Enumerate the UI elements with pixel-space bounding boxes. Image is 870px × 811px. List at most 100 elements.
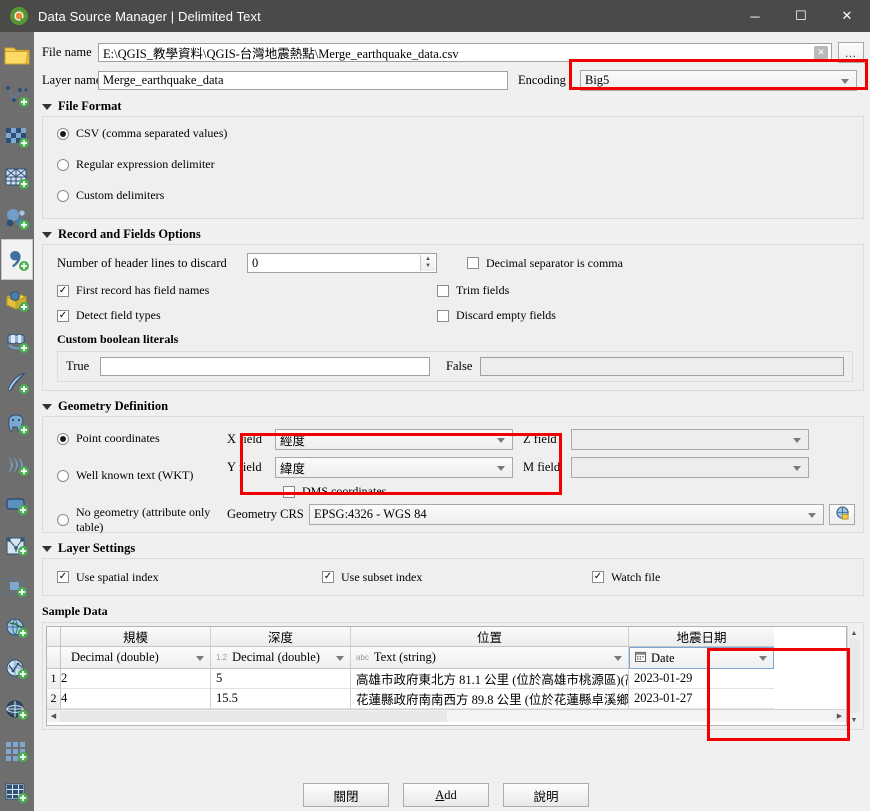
window-controls: ─ ☐ ✕ (732, 0, 870, 32)
sidebar-item-wms[interactable] (1, 608, 33, 649)
geometry-group-title[interactable]: Geometry Definition (42, 399, 864, 414)
sidebar-item-sensor-thing[interactable] (1, 526, 33, 567)
type-combo-location[interactable]: abc Text (string) (351, 647, 629, 669)
check-use-subset-index[interactable]: ✓ Use subset index (322, 570, 592, 585)
sidebar-item-vector[interactable] (1, 75, 33, 116)
radio-custom-indicator (57, 189, 69, 202)
column-header-depth[interactable]: 深度 (211, 627, 351, 647)
check-watch-file[interactable]: ✓ Watch file (592, 570, 660, 585)
check-first-record[interactable]: ✓ First record has field names (57, 283, 437, 298)
close-button[interactable]: ✕ (824, 0, 870, 32)
add-rest: dd (444, 787, 457, 802)
sidebar-item-postgresql[interactable] (1, 362, 33, 403)
layer-settings-group-title[interactable]: Layer Settings (42, 541, 864, 556)
check-detect-field-types[interactable]: ✓ Detect field types (57, 308, 437, 323)
hscroll-track-empty[interactable] (446, 710, 833, 722)
type-combo-magnitude[interactable]: Decimal (double) (61, 647, 211, 669)
table-row[interactable]: 1 2 5 高雄市政府東北方 81.1 公里 (位於高雄市桃源區)(高雄市桃源區… (47, 669, 846, 689)
check-discard-empty-fields[interactable]: Discard empty fields (437, 308, 556, 323)
sample-data-table[interactable]: 規模 深度 位置 地震日期 Decimal (double) 1.2 Decim… (46, 626, 847, 726)
elephant-icon (4, 412, 30, 436)
crs-select-button[interactable] (829, 504, 855, 525)
scroll-up-arrow[interactable]: ▲ (862, 58, 870, 68)
scroll-left-arrow[interactable]: ◀ (47, 710, 60, 723)
sidebar-item-delimited-text[interactable] (1, 239, 33, 280)
m-field-combo[interactable] (571, 457, 809, 478)
record-fields-group-title[interactable]: Record and Fields Options (42, 227, 864, 242)
z-field-combo[interactable] (571, 429, 809, 450)
close-button-footer[interactable]: 關閉 (303, 783, 389, 807)
y-field-value: 緯度 (280, 462, 306, 476)
check-trim-fields[interactable]: Trim fields (437, 283, 509, 298)
source-type-sidebar[interactable] (0, 32, 34, 811)
check-decimal-separator[interactable]: Decimal separator is comma (467, 256, 623, 271)
scroll-down-arrow[interactable]: ▼ (848, 713, 861, 726)
spatialite-icon (4, 330, 30, 354)
comma-icon (4, 248, 30, 272)
add-button[interactable]: Add (403, 783, 489, 807)
hscroll-track[interactable] (60, 710, 447, 722)
scroll-right-arrow[interactable]: ▶ (833, 710, 846, 723)
layer-name-input[interactable]: Merge_earthquake_data (98, 71, 508, 90)
radio-custom-delimiters[interactable]: Custom delimiters (57, 188, 863, 203)
calendar-icon (635, 651, 646, 666)
sidebar-item-selection[interactable] (1, 567, 33, 608)
clear-x-icon[interactable]: ✕ (814, 45, 828, 60)
false-literal-input[interactable] (480, 357, 844, 376)
cell-date: 2023-01-27 (629, 689, 774, 709)
table-hscrollbar[interactable]: ◀ ▶ (47, 709, 846, 722)
collapse-triangle-icon (42, 545, 52, 552)
table-row[interactable]: 2 4 15.5 花蓮縣政府南南西方 89.8 公里 (位於花蓮縣卓溪鄉)(花蓮… (47, 689, 846, 709)
sidebar-item-arcgis[interactable] (1, 772, 33, 811)
encoding-combo[interactable]: Big5 (580, 70, 857, 91)
crs-combo[interactable]: EPSG:4326 - WGS 84 (309, 504, 824, 525)
chevron-down-icon (614, 655, 622, 661)
minimize-button[interactable]: ─ (732, 0, 778, 32)
spinner-buttons[interactable]: ▲ ▼ (420, 255, 435, 271)
sidebar-item-wfs[interactable] (1, 649, 33, 690)
file-name-input[interactable]: E:\QGIS_教學資料\QGIS-台灣地震熱點\Merge_earthquak… (98, 43, 832, 62)
sidebar-item-wcs[interactable] (1, 690, 33, 731)
sidebar-item-browser[interactable] (1, 34, 33, 75)
radio-csv[interactable]: CSV (comma separated values) (57, 126, 863, 141)
file-format-group-title[interactable]: File Format (42, 99, 864, 114)
radio-regex[interactable]: Regular expression delimiter (57, 157, 863, 172)
radio-csv-label: CSV (comma separated values) (76, 126, 228, 140)
type-combo-date[interactable]: Date (629, 647, 774, 669)
column-header-magnitude[interactable]: 規模 (61, 627, 211, 647)
sidebar-item-oracle[interactable] (1, 444, 33, 485)
sidebar-item-geopackage[interactable] (1, 280, 33, 321)
type-combo-depth[interactable]: 1.2 Decimal (double) (211, 647, 351, 669)
m-field-label: M field (523, 460, 561, 474)
radio-wkt[interactable]: Well known text (WKT) (57, 468, 227, 483)
browse-button[interactable]: … (838, 42, 864, 63)
x-field-combo[interactable]: 經度 (275, 429, 513, 450)
check-dms-coordinates[interactable]: DMS coordinates (283, 484, 855, 499)
check-use-spatial-index[interactable]: ✓ Use spatial index (57, 570, 322, 585)
column-header-date[interactable]: 地震日期 (629, 627, 774, 647)
help-button[interactable]: 說明 (503, 783, 589, 807)
radio-no-geometry[interactable]: No geometry (attribute only table) (57, 505, 227, 535)
check-trim-fields-label: Trim fields (456, 283, 510, 297)
boolean-literals-title: Custom boolean literals (57, 332, 179, 346)
true-literal-input[interactable] (100, 357, 430, 376)
table-vscrollbar[interactable]: ▲ ▼ (847, 626, 860, 726)
y-field-combo[interactable]: 緯度 (275, 457, 513, 478)
sidebar-item-point-cloud[interactable] (1, 198, 33, 239)
radio-csv-indicator (57, 127, 69, 140)
vscroll-track[interactable] (848, 639, 860, 713)
column-header-location[interactable]: 位置 (351, 627, 629, 647)
sidebar-item-mesh[interactable] (1, 157, 33, 198)
sidebar-item-mssql[interactable] (1, 403, 33, 444)
panel-scrollbar[interactable]: ▲ (862, 58, 870, 781)
chevron-down-icon (808, 512, 816, 518)
sidebar-item-vector-tile[interactable] (1, 485, 33, 526)
header-lines-spinbox[interactable]: 0 ▲ ▼ (247, 253, 437, 273)
radio-point-coordinates[interactable]: Point coordinates (57, 431, 227, 446)
maximize-button[interactable]: ☐ (778, 0, 824, 32)
sidebar-item-spatialite[interactable] (1, 321, 33, 362)
scroll-up-arrow[interactable]: ▲ (848, 626, 861, 639)
sidebar-item-xyz-tiles[interactable] (1, 731, 33, 772)
cell-depth: 5 (211, 669, 351, 689)
sidebar-item-raster[interactable] (1, 116, 33, 157)
